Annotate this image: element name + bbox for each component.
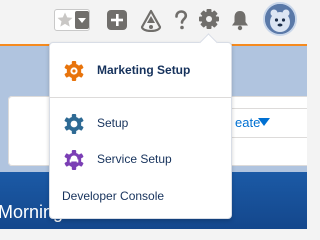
avatar-icon[interactable] (263, 2, 297, 36)
menu-item-label: Service Setup (97, 152, 172, 166)
gear-icon[interactable] (196, 6, 222, 34)
create-button-label: eate (235, 115, 261, 130)
chevron-down-icon[interactable] (75, 11, 89, 29)
bell-icon[interactable] (228, 8, 252, 32)
menu-item-label: Setup (97, 116, 129, 130)
star-icon[interactable] (56, 11, 74, 29)
trailhead-icon[interactable] (139, 8, 163, 33)
menu-item-setup[interactable]: Setup (49, 109, 232, 137)
menu-divider (50, 97, 231, 98)
global-header (0, 0, 307, 42)
service-setup-icon (63, 149, 85, 171)
menu-item-developer-console[interactable]: Developer Console (62, 189, 164, 203)
setup-gear-icon (63, 113, 85, 135)
marketing-setup-icon (63, 60, 85, 82)
menu-item-service-setup[interactable]: Service Setup (49, 145, 232, 173)
plus-icon[interactable] (105, 8, 129, 32)
caret-down-icon[interactable] (258, 118, 270, 126)
help-icon[interactable] (169, 8, 193, 32)
favorites-group (54, 9, 90, 31)
menu-item-label: Marketing Setup (97, 63, 191, 77)
menu-item-marketing-setup[interactable]: Marketing Setup (49, 56, 232, 84)
